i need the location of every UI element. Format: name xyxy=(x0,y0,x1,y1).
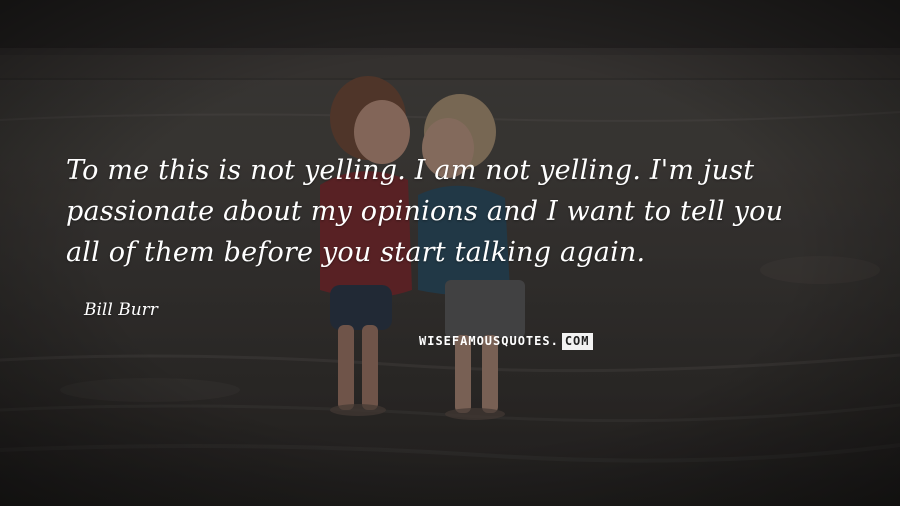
watermark-text: WISEFAMOUSQUOTES. xyxy=(419,334,559,348)
quote-author: Bill Burr xyxy=(84,300,158,320)
quote-image: To me this is not yelling. I am not yell… xyxy=(0,0,900,506)
quote-line: To me this is not yelling. I am not yell… xyxy=(66,155,755,186)
quote-text: To me this is not yelling. I am not yell… xyxy=(66,150,866,273)
quote-line: all of them before you start talking aga… xyxy=(66,237,646,268)
watermark-boxed-text: COM xyxy=(561,333,593,350)
quote-line: passionate about my opinions and I want … xyxy=(66,196,784,227)
site-watermark: WISEFAMOUSQUOTES. COM xyxy=(419,333,593,350)
